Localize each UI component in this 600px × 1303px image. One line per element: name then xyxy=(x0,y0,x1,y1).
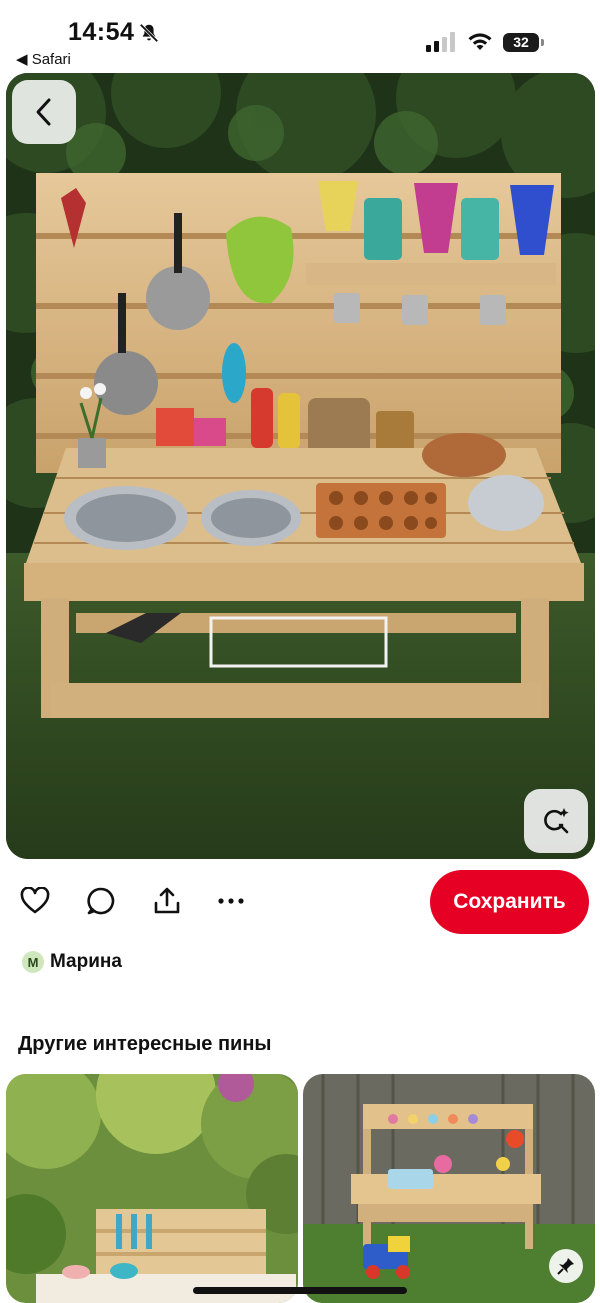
bell-slash-icon xyxy=(139,23,159,43)
like-button[interactable] xyxy=(18,884,52,918)
status-time: 14:54 xyxy=(68,18,135,46)
comment-button[interactable] xyxy=(84,884,118,918)
pin-icon xyxy=(557,1258,574,1275)
battery-tip xyxy=(541,39,544,46)
author-name[interactable]: Марина xyxy=(50,951,122,973)
comment-icon xyxy=(87,887,115,915)
save-button[interactable]: Сохранить xyxy=(430,870,589,934)
back-to-safari-link[interactable]: ◀ Safari xyxy=(16,50,71,68)
mud-kitchen-photo xyxy=(6,73,595,859)
visual-search-button[interactable] xyxy=(524,789,588,853)
related-pin-image xyxy=(6,1074,298,1303)
share-button[interactable] xyxy=(150,884,184,918)
pin-actions-bar: Сохранить xyxy=(0,868,600,938)
battery-icon: 32 xyxy=(503,33,539,52)
pin-icon-badge[interactable] xyxy=(549,1249,583,1283)
more-pins-heading: Другие интересные пины xyxy=(18,1033,272,1055)
pin-author[interactable]: М Марина xyxy=(22,950,122,974)
back-button[interactable] xyxy=(12,80,76,144)
avatar[interactable]: М xyxy=(22,951,44,973)
status-bar: 14:54 ◀ Safari 32 xyxy=(0,0,600,72)
wifi-icon xyxy=(468,33,492,50)
more-icon xyxy=(218,898,244,904)
related-pin-card[interactable] xyxy=(6,1074,298,1303)
share-icon xyxy=(154,887,180,914)
home-indicator xyxy=(193,1287,407,1294)
heart-icon xyxy=(20,887,50,914)
visual-search-icon xyxy=(544,808,569,834)
pin-image[interactable] xyxy=(6,73,595,859)
chevron-left-icon xyxy=(36,98,51,126)
signal-icon xyxy=(426,32,455,52)
more-options-button[interactable] xyxy=(214,884,248,918)
